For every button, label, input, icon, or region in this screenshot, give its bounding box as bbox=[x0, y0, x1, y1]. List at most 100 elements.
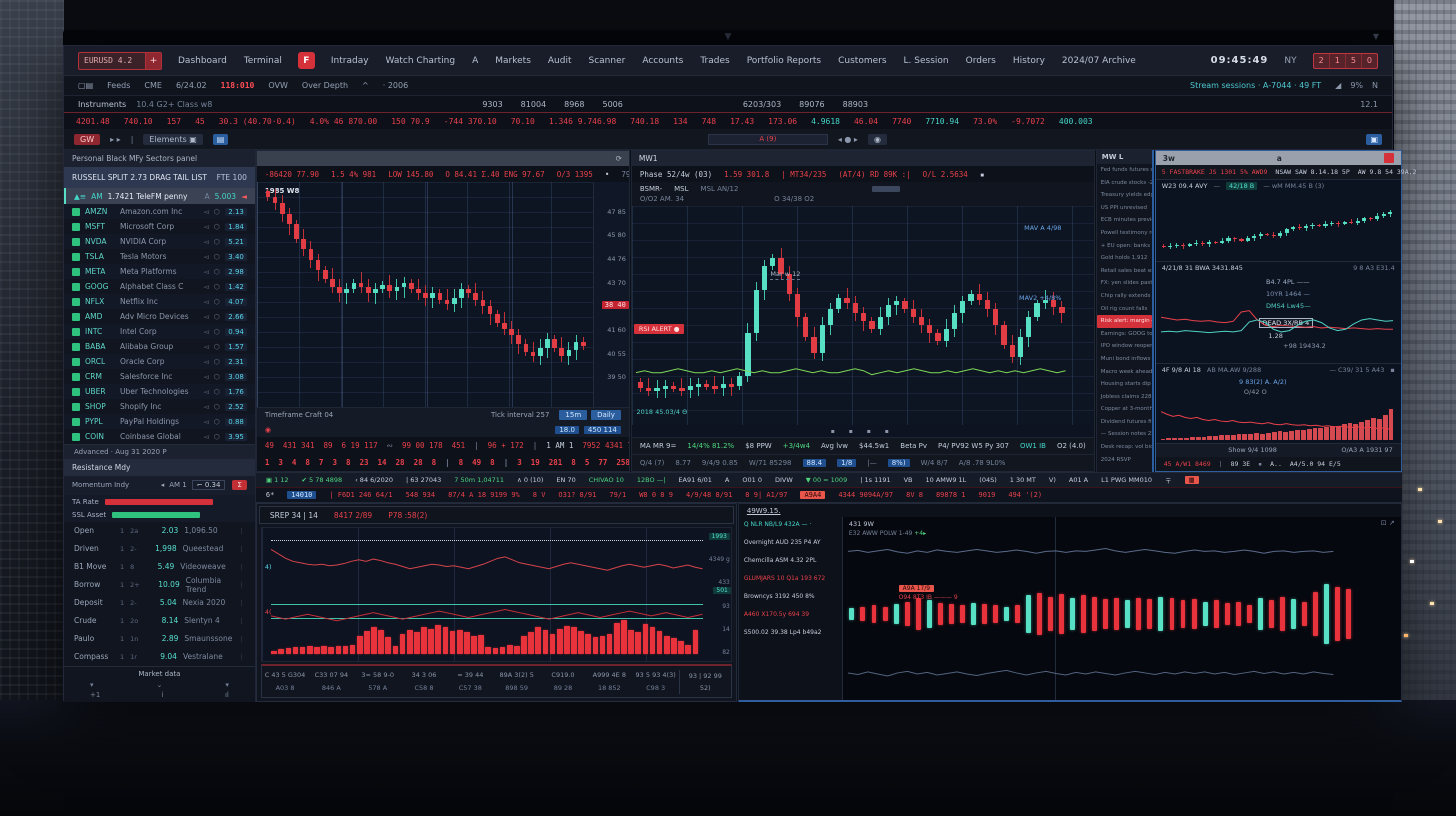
scroll-thumb[interactable] bbox=[872, 186, 900, 192]
toolbar-right-icons[interactable]: ◢9%N bbox=[1335, 81, 1378, 90]
menu-item[interactable]: Intraday bbox=[331, 56, 369, 66]
news-item[interactable]: Powell testimony recap bbox=[1097, 227, 1152, 240]
record-red-icon[interactable] bbox=[1384, 153, 1394, 163]
footer-icon[interactable]: ▾ bbox=[90, 681, 94, 689]
pin-icon[interactable]: ⬡ bbox=[214, 283, 220, 291]
mute-icon[interactable]: ◅ bbox=[203, 388, 208, 396]
menu-item[interactable]: Portfolio Reports bbox=[747, 56, 821, 66]
pin-icon[interactable]: ⬡ bbox=[214, 328, 220, 336]
toolbar-item[interactable]: Feeds bbox=[107, 81, 130, 90]
news-item[interactable]: Chip rally extends bbox=[1097, 290, 1152, 303]
grid-view-button[interactable]: ▣ bbox=[1366, 134, 1382, 145]
pin-icon[interactable]: ⬡ bbox=[214, 403, 220, 411]
mute-icon[interactable]: ◅ bbox=[203, 328, 208, 336]
refresh-icon[interactable]: ⟳ bbox=[616, 154, 622, 163]
mute-icon[interactable]: ◅ bbox=[203, 238, 208, 246]
menu-item[interactable]: Accounts bbox=[642, 56, 683, 66]
watchlist-row[interactable]: ORCLOracle Corp◅⬡2.31 bbox=[64, 354, 255, 369]
toolbar-right-icon[interactable]: 9% bbox=[1350, 81, 1363, 90]
menu-item[interactable]: Scanner bbox=[589, 56, 626, 66]
news-item[interactable]: Dividend futures firm bbox=[1097, 416, 1152, 429]
footer-icon[interactable]: ▾ bbox=[225, 681, 229, 689]
pin-icon[interactable]: ⬡ bbox=[214, 343, 220, 351]
toolbar-item[interactable]: Over Depth bbox=[302, 81, 348, 90]
timeframe-button[interactable]: 15m bbox=[559, 410, 587, 420]
order-row[interactable]: S500.02 39.38 Lp4 b49a2 bbox=[744, 629, 837, 636]
pin-icon[interactable]: ⬡ bbox=[214, 268, 220, 276]
toolbar-item[interactable]: ^ bbox=[362, 81, 369, 90]
stat-row[interactable]: Driven12-1,998Queestead⋮ bbox=[64, 540, 255, 558]
mute-icon[interactable]: ◅ bbox=[203, 433, 208, 441]
footer-icon[interactable]: ıl bbox=[225, 691, 229, 699]
row-menu-icon[interactable]: ⋮ bbox=[238, 635, 245, 643]
slider-marks[interactable]: ◂ ● ▸ bbox=[838, 135, 858, 144]
order-row[interactable]: Overnight AUD 235 P4 AY bbox=[744, 539, 837, 546]
toolbar-item[interactable]: OVW bbox=[268, 81, 288, 90]
mini-chip[interactable]: ▤ bbox=[213, 134, 229, 145]
stat-row[interactable]: B1 Move185.49Videoweave⋮ bbox=[64, 558, 255, 576]
menu-item[interactable]: Orders bbox=[966, 56, 996, 66]
value-box[interactable]: ⌐ 0.34 bbox=[192, 480, 226, 490]
toolbar-right-icon[interactable]: ◢ bbox=[1335, 81, 1341, 90]
footer-icon[interactable]: ⌄ bbox=[156, 681, 162, 689]
menu-item[interactable]: A bbox=[472, 56, 478, 66]
menu-item[interactable]: Audit bbox=[548, 56, 572, 66]
mini-chart-section[interactable]: W23 09.4 AVY—42/18 B— wM MM.45 B (3) bbox=[1156, 180, 1401, 262]
news-item[interactable]: IPO window reopens bbox=[1097, 340, 1152, 353]
news-item[interactable]: Copper at 3-month high bbox=[1097, 403, 1152, 416]
news-item[interactable]: Earnings: GOOG tonight bbox=[1097, 328, 1152, 341]
mute-icon[interactable]: ◅ bbox=[203, 403, 208, 411]
row-menu-icon[interactable]: ⋮ bbox=[238, 599, 245, 607]
watchlist-row[interactable]: NFLXNetflix Inc◅⬡4.07 bbox=[64, 294, 255, 309]
pin-icon[interactable]: ⬡ bbox=[214, 358, 220, 366]
elements-chip[interactable]: Elements ▣ bbox=[143, 134, 202, 145]
news-item[interactable]: Treasury yields edge up bbox=[1097, 189, 1152, 202]
stat-row[interactable]: Borrow12+10.09Columbia Trend⋮ bbox=[64, 576, 255, 594]
news-item[interactable]: Housing starts dip 2.1% bbox=[1097, 378, 1152, 391]
order-row[interactable]: Q NLR NB/L9 432A — · bbox=[744, 521, 837, 528]
toolbar-item[interactable]: · 2006 bbox=[383, 81, 408, 90]
stat-row[interactable]: Compass11r9.04Vestralane⋮ bbox=[64, 648, 255, 666]
nav-dots[interactable]: ▸ ▸ bbox=[110, 135, 121, 144]
sidebar-section-header[interactable]: Advanced · Aug 31 2020 P bbox=[64, 444, 255, 458]
watchlist-row[interactable]: GOOGAlphabet Class C◅⬡1.42 bbox=[64, 279, 255, 294]
watchlist-row[interactable]: TSLATesla Motors◅⬡3.40 bbox=[64, 249, 255, 264]
footer-icon[interactable]: i bbox=[162, 691, 164, 699]
mute-icon[interactable]: ◅ bbox=[203, 283, 208, 291]
mute-icon[interactable]: ◅ bbox=[203, 343, 208, 351]
chart1-canvas[interactable]: 1985 W8 47 8545 8044 7643 7042 6541 6040… bbox=[257, 182, 629, 407]
segment-button[interactable]: 1 bbox=[1330, 54, 1346, 68]
chevron-left-icon[interactable]: ◂ bbox=[161, 481, 165, 489]
chart1-titlebar[interactable]: ⟳ bbox=[257, 151, 629, 166]
menu-item[interactable]: Markets bbox=[495, 56, 531, 66]
expand-icon[interactable]: ⊡ ↗ bbox=[1381, 519, 1395, 527]
toolbar-icon[interactable]: ▢ bbox=[78, 81, 86, 90]
news-item[interactable]: FX: yen slides past 145 bbox=[1097, 277, 1152, 290]
mute-icon[interactable]: ◅ bbox=[203, 313, 208, 321]
mute-icon[interactable]: ◅ bbox=[203, 298, 208, 306]
menu-item[interactable]: Trades bbox=[700, 56, 729, 66]
sum-chip[interactable]: Σ bbox=[232, 480, 246, 490]
chart2-titlebar[interactable]: MW1 bbox=[632, 151, 1094, 166]
row-menu-icon[interactable]: ⋮ bbox=[238, 653, 245, 661]
news-item[interactable]: — Session notes 22:04 bbox=[1097, 428, 1152, 441]
pin-icon[interactable]: ⬡ bbox=[214, 373, 220, 381]
watchlist-row[interactable]: METAMeta Platforms◅⬡2.98 bbox=[64, 264, 255, 279]
menu-item[interactable]: L. Session bbox=[904, 56, 949, 66]
watchlist-row[interactable]: PYPLPayPal Holdings◅⬡0.88 bbox=[64, 414, 255, 429]
app-logo[interactable]: F bbox=[298, 52, 315, 69]
watchlist-row[interactable]: CRMSalesforce Inc◅⬡3.08 bbox=[64, 369, 255, 384]
mute-icon[interactable]: ◅ bbox=[203, 358, 208, 366]
footer-icon[interactable]: +1 bbox=[90, 691, 100, 699]
mute-icon[interactable]: ◅ bbox=[203, 418, 208, 426]
news-item[interactable]: EIA crude stocks -2.4M bbox=[1097, 177, 1152, 190]
stat-row[interactable]: Paulo11n2.89Smaunssone⋮ bbox=[64, 630, 255, 648]
pin-icon[interactable]: ⬡ bbox=[214, 418, 220, 426]
stat-row[interactable]: Deposit12-5.04Nexia 2020⋮ bbox=[64, 594, 255, 612]
stat-row[interactable]: Open12a2.031,096.50⋮ bbox=[64, 522, 255, 540]
menu-item[interactable]: Customers bbox=[838, 56, 886, 66]
toolbar-item[interactable]: 6/24.02 bbox=[176, 81, 207, 90]
add-symbol-button[interactable]: + bbox=[145, 53, 161, 69]
pin-icon[interactable]: ⬡ bbox=[214, 253, 220, 261]
news-item[interactable]: Muni bond inflows rise bbox=[1097, 353, 1152, 366]
